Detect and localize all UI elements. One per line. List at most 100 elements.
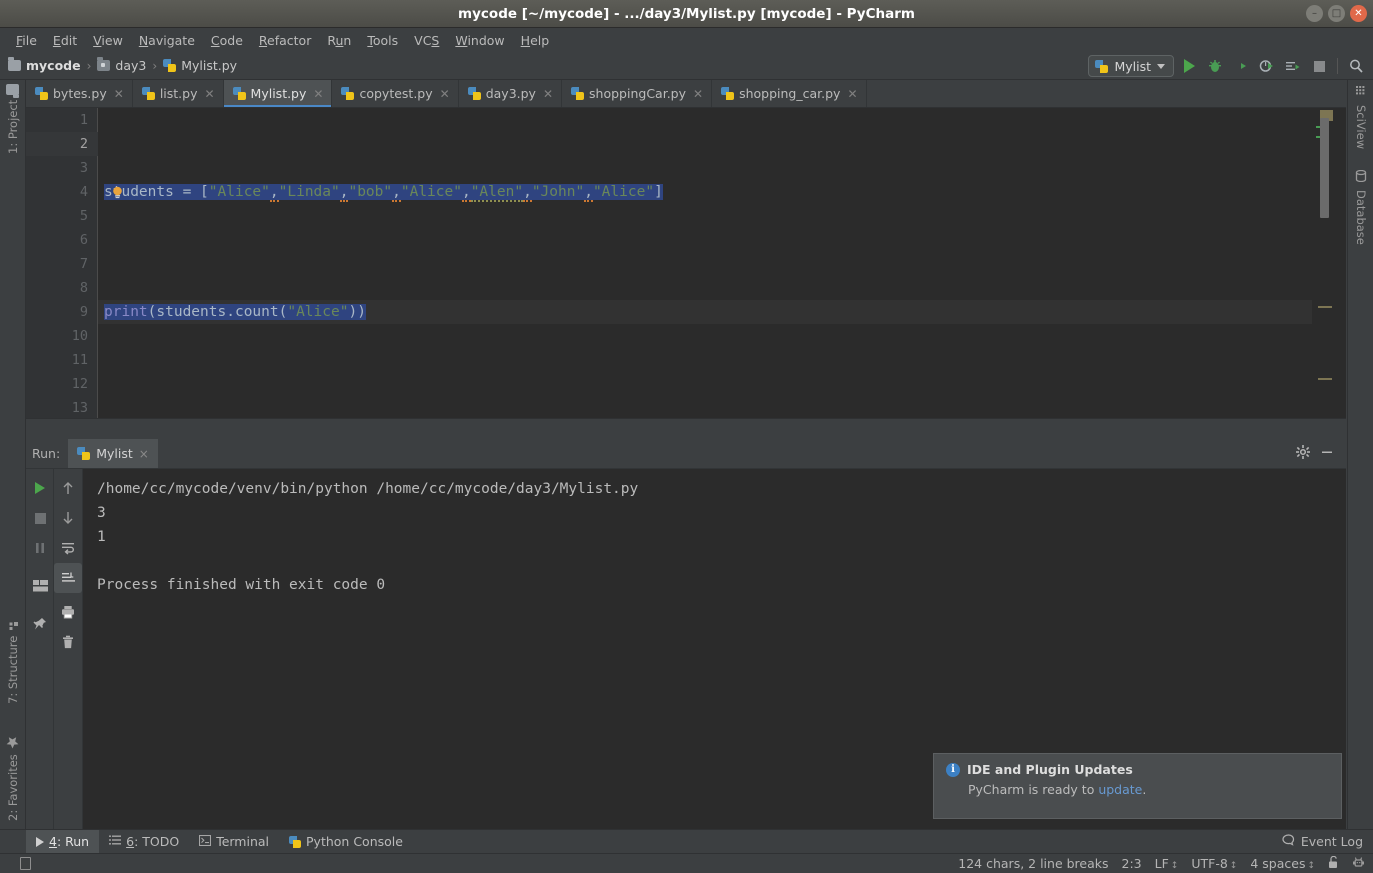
notification-body-prefix: PyCharm is ready to [968,782,1099,797]
close-icon[interactable]: ✕ [693,87,703,101]
editor-tab-bytes[interactable]: bytes.py ✕ [26,80,133,107]
menu-refactor[interactable]: Refactor [251,31,319,50]
bottom-tab-todo[interactable]: 6: TODO [99,830,189,854]
status-caret-position[interactable]: 2:3 [1122,856,1142,871]
code-line-2[interactable]: print(students.count("Alice")) [98,300,1320,324]
rerun-button[interactable] [26,473,54,503]
sidebar-item-favorites[interactable]: 2: Favorites [0,711,26,821]
close-icon: ✕ [1354,7,1363,19]
menu-vcs[interactable]: VCS [406,31,447,50]
coverage-icon [1234,60,1246,71]
run-configuration-selector[interactable]: Mylist [1088,55,1174,77]
run-triangle-icon [35,482,45,494]
gear-icon[interactable] [1296,444,1310,463]
layout-button[interactable] [26,571,54,601]
sciview-label: SciView [1354,105,1368,150]
menu-navigate[interactable]: Navigate [131,31,203,50]
print-button[interactable] [54,597,82,627]
down-button[interactable] [54,503,82,533]
menu-help[interactable]: Help [513,31,558,50]
update-link[interactable]: update [1098,782,1142,797]
event-log-button[interactable]: Event Log [1282,834,1373,849]
editor-tab-shoppingcar[interactable]: shoppingCar.py ✕ [562,80,713,107]
editor-tab-shopping-car[interactable]: shopping_car.py ✕ [712,80,867,107]
maximize-button[interactable]: □ [1328,5,1345,22]
editor-tab-copytest[interactable]: copytest.py ✕ [332,80,459,107]
notification-balloon[interactable]: i IDE and Plugin Updates PyCharm is read… [933,753,1342,819]
editor-gutter[interactable]: 1 2 3 4 5 6 7 8 9 10 11 12 13 [26,108,98,418]
intention-bulb-icon[interactable] [112,183,123,199]
close-icon[interactable]: ✕ [114,87,124,101]
up-button[interactable] [54,473,82,503]
code-editor[interactable]: 1 2 3 4 5 6 7 8 9 10 11 12 13 students =… [26,108,1346,418]
token-string: "Alice" [592,184,655,200]
sidebar-item-project[interactable]: 1: Project [0,84,26,174]
breadcrumb-item-folder[interactable]: day3 [97,57,146,73]
token-operator: = [173,184,201,200]
close-icon[interactable]: ✕ [204,87,214,101]
run-triangle-icon [36,836,44,847]
menu-tools[interactable]: Tools [359,31,406,50]
breadcrumb-item-project[interactable]: mycode [8,57,81,73]
run-with-params-button[interactable] [1282,55,1304,77]
stop-button[interactable] [1308,55,1330,77]
sidebar-item-database[interactable]: Database [1348,169,1373,260]
search-everywhere-button[interactable] [1345,55,1367,77]
token-comma: , [584,184,593,202]
status-indent[interactable]: 4 spaces ↕ [1250,856,1315,871]
pin-button[interactable] [26,609,54,639]
sidebar-item-structure[interactable]: 7: Structure [0,599,26,704]
minimize-button[interactable]: – [1306,5,1323,22]
bottom-tab-run[interactable]: 4: Run [26,829,100,854]
bottom-tab-terminal[interactable]: Terminal [189,830,279,854]
close-icon[interactable]: ✕ [313,87,323,101]
editor-tab-list[interactable]: list.py ✕ [133,80,224,107]
hector-icon[interactable] [1352,856,1365,872]
menu-file[interactable]: File [8,31,45,50]
editor-tab-day3[interactable]: day3.py ✕ [459,80,563,107]
menu-window[interactable]: Window [447,31,512,50]
close-icon[interactable]: ✕ [440,87,450,101]
menu-edit[interactable]: Edit [45,31,85,50]
profile-button[interactable] [1256,55,1278,77]
soft-wrap-button[interactable] [54,533,82,563]
title-bar: mycode [~/mycode] - .../day3/Mylist.py [… [0,0,1373,28]
code-text-area[interactable]: students = ["Alice","Linda","bob","Alice… [98,108,1320,418]
sidebar-item-sciview[interactable]: SciView [1348,86,1373,164]
stop-button[interactable] [26,503,54,533]
status-line-separator[interactable]: LF ↕ [1155,856,1179,871]
unlocked-icon[interactable] [1328,855,1339,872]
code-line-1-text: students = ["Alice","Linda","bob","Alice… [104,184,663,202]
balloon-icon [1282,834,1295,849]
token-string-typo: "Alen" [470,184,524,202]
arrow-down-icon [63,512,73,524]
minimize-icon[interactable] [1320,444,1334,463]
close-icon[interactable]: ✕ [543,87,553,101]
scroll-to-end-button[interactable] [54,563,82,593]
clear-all-button[interactable] [54,627,82,657]
run-toolbar-left [26,469,54,830]
editor-scrollbar[interactable] [1312,108,1338,418]
menu-run[interactable]: Run [319,31,359,50]
line-number: 3 [79,160,88,176]
close-icon[interactable]: × [139,447,149,461]
breadcrumb-item-file[interactable]: Mylist.py [163,58,237,73]
bottom-tab-python-console[interactable]: Python Console [279,830,413,854]
status-encoding[interactable]: UTF-8 ↕ [1191,856,1237,871]
scrollbar-thumb[interactable] [1320,118,1329,218]
run-button[interactable] [1178,55,1200,77]
menu-view[interactable]: View [85,31,131,50]
menu-code[interactable]: Code [203,31,251,50]
debug-button[interactable] [1204,55,1226,77]
document-icon[interactable] [20,857,31,870]
editor-tab-mylist[interactable]: Mylist.py ✕ [223,80,333,107]
pause-button[interactable] [26,533,54,563]
close-icon[interactable]: ✕ [847,87,857,101]
line-number: 13 [71,400,88,416]
coverage-button[interactable] [1230,55,1252,77]
token-identifier: students.count [156,304,279,320]
close-button[interactable]: ✕ [1350,5,1367,22]
code-line-1[interactable]: students = ["Alice","Linda","bob","Alice… [98,180,1320,204]
star-icon [7,733,20,749]
run-tab-mylist[interactable]: Mylist × [68,439,158,468]
